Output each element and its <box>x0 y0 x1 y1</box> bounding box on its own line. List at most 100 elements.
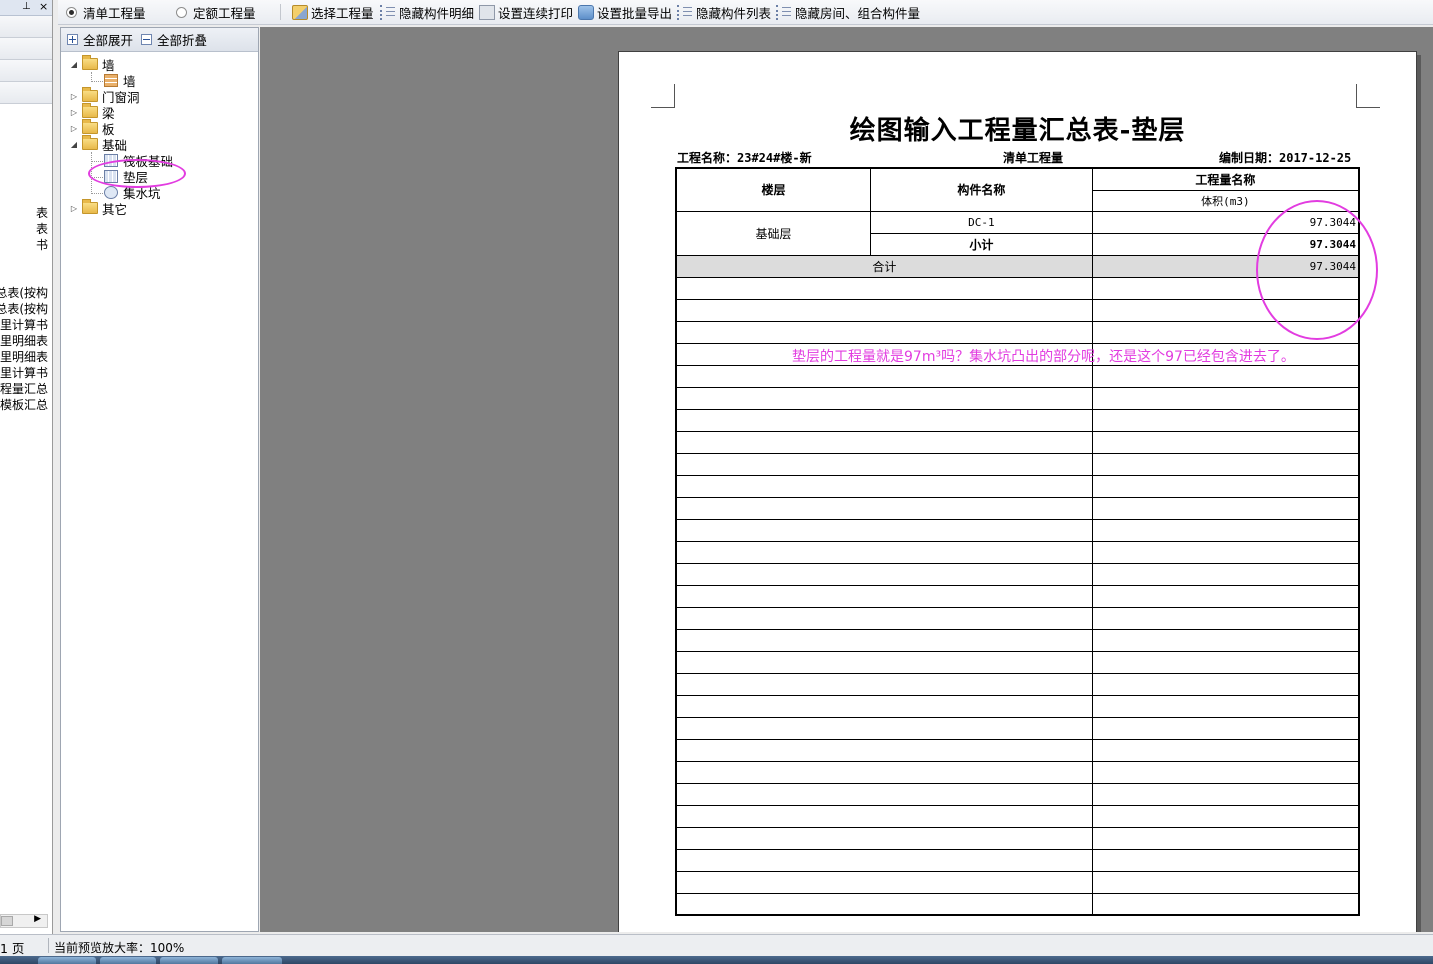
empty-cell <box>1091 738 1360 762</box>
expand-arrow-icon[interactable]: ▷ <box>69 92 79 101</box>
report-list-item[interactable]: 里明细表 <box>0 334 48 348</box>
taskbar-button[interactable] <box>100 957 156 964</box>
table-empty-row <box>675 408 1360 432</box>
horizontal-scrollbar[interactable]: ▶ <box>0 914 48 928</box>
collapse-arrow-icon[interactable]: ◢ <box>69 140 79 149</box>
tree-node-label: 其它 <box>102 201 128 217</box>
report-list-item[interactable]: 里计算书 <box>0 318 48 332</box>
empty-cell <box>1091 804 1360 828</box>
report-list-item[interactable]: 里明细表 <box>0 350 48 364</box>
left-dock-panel: ⊥ × 表 表 书 总表(按构 总表(按构 里计算书 里明细表 里明细表 里计算… <box>0 0 53 934</box>
taskbar-button[interactable] <box>38 957 96 964</box>
continuous-print-button[interactable]: 设置连续打印 <box>479 3 573 21</box>
status-page-count: 1 页 <box>0 941 25 956</box>
dock-button-4[interactable] <box>0 82 52 104</box>
empty-cell <box>1091 452 1360 476</box>
empty-cell <box>675 672 1093 696</box>
plus-icon <box>67 34 78 45</box>
hide-component-detail-label: 隐藏构件明细 <box>399 5 475 21</box>
minus-icon <box>141 34 153 45</box>
empty-cell <box>675 320 1093 344</box>
collapse-all-label: 全部折叠 <box>157 33 208 48</box>
report-list-item[interactable]: 程量汇总 <box>0 382 48 396</box>
empty-cell <box>675 562 1093 586</box>
report-list-item[interactable]: 书 <box>36 238 48 252</box>
expand-arrow-icon[interactable]: ▷ <box>69 108 79 117</box>
empty-cell <box>1091 364 1360 388</box>
empty-cell <box>1091 584 1360 608</box>
select-quantity-button[interactable]: 选择工程量 <box>292 3 374 21</box>
empty-cell <box>675 496 1093 520</box>
expand-all-button[interactable]: 全部展开 <box>67 30 133 49</box>
report-list-item[interactable]: 总表(按构 <box>0 286 48 300</box>
print-icon <box>479 4 495 20</box>
tree-node-wall-group[interactable]: ◢ 墙 <box>69 55 115 73</box>
empty-cell <box>675 540 1093 564</box>
report-mode: 清单工程量 <box>1003 151 1064 165</box>
expand-arrow-icon[interactable]: ▷ <box>69 124 79 133</box>
empty-cell <box>1091 870 1360 894</box>
dock-button-2[interactable] <box>0 38 52 60</box>
tree-connector <box>91 161 103 162</box>
crop-mark <box>651 84 675 108</box>
tree-node-foundation[interactable]: ◢ 基础 <box>69 135 127 153</box>
tree-connector <box>91 193 103 194</box>
print-preview-area[interactable]: 绘图输入工程量汇总表-垫层 工程名称：23#24#楼-新 清单工程量 编制日期：… <box>260 27 1433 932</box>
list-icon <box>380 4 396 20</box>
list-icon <box>776 4 792 20</box>
collapse-arrow-icon[interactable]: ◢ <box>69 60 79 69</box>
taskbar-button[interactable] <box>160 957 218 964</box>
report-title: 绘图输入工程量汇总表-垫层 <box>849 116 1186 146</box>
scrollbar-thumb[interactable] <box>1 916 13 926</box>
dock-button-1[interactable] <box>0 16 52 38</box>
radio-bill-quantity[interactable]: 清单工程量 <box>66 3 146 21</box>
close-icon[interactable]: × <box>39 0 48 13</box>
table-empty-row <box>675 584 1360 608</box>
report-list-item[interactable]: 里计算书 <box>0 366 48 380</box>
table-empty-row <box>675 496 1360 520</box>
table-empty-row <box>675 474 1360 498</box>
hide-component-list-button[interactable]: 隐藏构件列表 <box>677 3 771 21</box>
empty-cell <box>1091 496 1360 520</box>
collapse-all-button[interactable]: 全部折叠 <box>141 30 207 49</box>
crop-mark <box>1356 84 1380 108</box>
header-floor: 楼层 <box>675 167 872 212</box>
continuous-print-label: 设置连续打印 <box>498 5 574 21</box>
empty-cell <box>675 760 1093 784</box>
dock-button-3[interactable] <box>0 60 52 82</box>
hide-room-combo-button[interactable]: 隐藏房间、组合构件量 <box>776 3 920 21</box>
scroll-right-arrow-icon[interactable]: ▶ <box>34 914 41 924</box>
tree-node-label: 墙 <box>102 57 115 73</box>
folder-icon <box>82 119 98 134</box>
tree-header: 全部展开 全部折叠 <box>61 28 258 52</box>
status-divider <box>48 938 49 953</box>
cell-floor: 基础层 <box>675 210 872 256</box>
empty-cell <box>1091 782 1360 806</box>
report-list-item[interactable]: 总表(按构 <box>0 302 48 316</box>
expand-all-label: 全部展开 <box>83 33 134 48</box>
empty-cell <box>1091 672 1360 696</box>
report-list-item[interactable]: 表 <box>36 222 48 236</box>
table-empty-row <box>675 892 1360 916</box>
taskbar-button[interactable] <box>222 957 282 964</box>
table-empty-row <box>675 518 1360 542</box>
report-list-item[interactable]: 表 <box>36 206 48 220</box>
empty-cell <box>1091 650 1360 674</box>
empty-cell <box>675 606 1093 630</box>
empty-cell <box>675 518 1093 542</box>
hide-component-detail-button[interactable]: 隐藏构件明细 <box>380 3 474 21</box>
report-list-item[interactable]: 模板汇总 <box>0 398 48 412</box>
table-empty-row <box>675 650 1360 674</box>
batch-export-button[interactable]: 设置批量导出 <box>578 3 672 21</box>
empty-cell <box>675 408 1093 432</box>
table-empty-row <box>675 540 1360 564</box>
pin-icon[interactable]: ⊥ <box>22 1 31 12</box>
empty-cell <box>675 386 1093 410</box>
cell-subtotal-label: 小计 <box>870 232 1093 256</box>
radio-quota-quantity[interactable]: 定额工程量 <box>176 3 256 21</box>
expand-arrow-icon[interactable]: ▷ <box>69 204 79 213</box>
empty-cell <box>675 870 1093 894</box>
dock-titlebar: ⊥ × <box>0 0 52 16</box>
table-empty-row <box>675 672 1360 696</box>
tree-node-other[interactable]: ▷ 其它 <box>69 199 128 217</box>
